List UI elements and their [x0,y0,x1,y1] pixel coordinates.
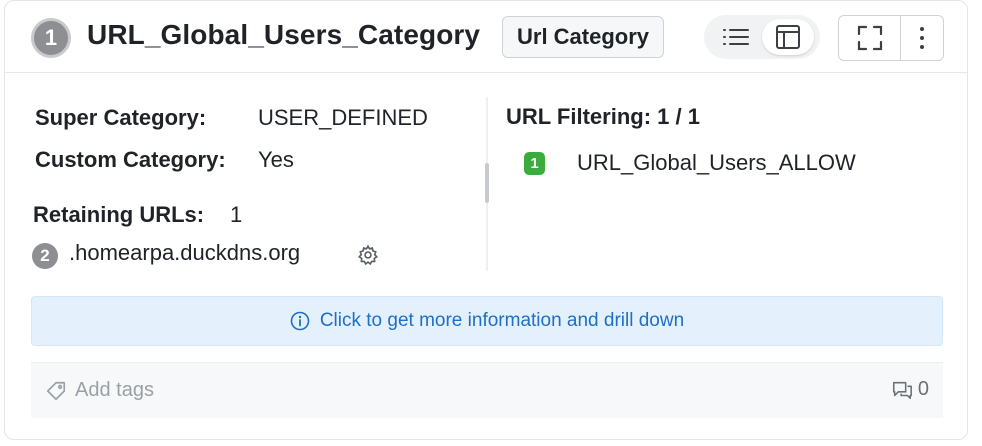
card-actions [838,15,944,61]
url-index-badge: 2 [32,243,58,269]
comment-count: 0 [917,378,929,400]
comments-button[interactable]: 0 [890,378,929,401]
drill-down-banner[interactable]: Click to get more information and drill … [31,296,943,346]
super-category-value: USER_DEFINED [258,105,428,130]
card-footer: Add tags 0 [31,362,943,418]
view-toggle [704,15,820,59]
fullscreen-button[interactable] [839,16,901,60]
custom-category-label: Custom Category: [35,147,226,172]
more-options-button[interactable] [901,16,943,60]
more-vertical-icon [920,27,924,49]
info-icon [290,311,310,331]
object-index-badge: 1 [31,18,71,58]
retaining-urls-label: Retaining URLs: [33,202,205,227]
object-card: 1 URL_Global_Users_Category Url Category [4,0,968,440]
gear-icon [358,244,378,266]
tag-icon [46,381,66,400]
object-type-tag: Url Category [502,16,665,58]
panel-view-button[interactable] [762,19,814,55]
expand-icon [857,25,882,51]
custom-category-value: Yes [258,147,294,172]
panel-layout-icon [776,25,800,49]
retaining-urls-count: 1 [230,202,243,227]
rule-index-badge: 1 [524,152,545,175]
drill-down-text: Click to get more information and drill … [319,310,685,331]
add-tags-label: Add tags [75,379,154,401]
list-icon [723,29,749,45]
url-filtering-label: URL Filtering: 1 / 1 [506,104,700,129]
card-header: 1 URL_Global_Users_Category Url Category [5,1,967,73]
list-view-button[interactable] [710,19,762,55]
details-scrollbar[interactable] [485,163,489,203]
retained-url[interactable]: .homearpa.duckdns.org [69,240,300,266]
super-category-label: Super Category: [35,105,207,130]
comments-icon [892,381,912,399]
add-tags-button[interactable]: Add tags [45,379,154,402]
url-settings-button[interactable] [357,244,379,266]
object-title: URL_Global_Users_Category [87,19,481,50]
url-filtering-rule[interactable]: URL_Global_Users_ALLOW [577,150,856,176]
